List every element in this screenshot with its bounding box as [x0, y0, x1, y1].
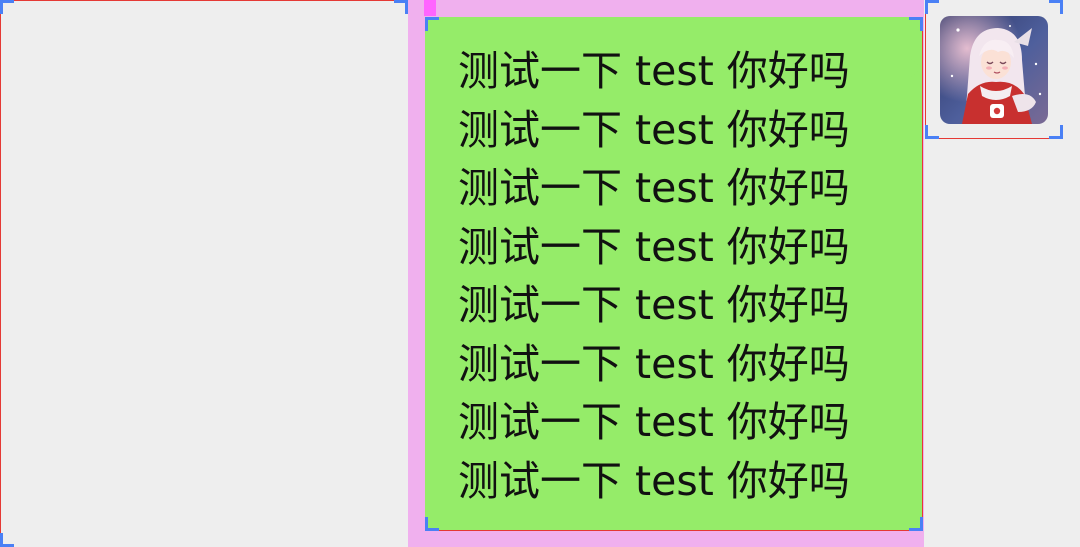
bounds-corner-mark	[925, 0, 939, 14]
bounds-corner-mark	[394, 0, 408, 14]
message-container-highlight	[424, 0, 436, 16]
bounds-corner-mark	[1049, 125, 1063, 139]
message-line: 测试一下 test 你好吗	[458, 281, 850, 329]
message-line: 测试一下 test 你好吗	[458, 164, 850, 212]
bounds-corner-mark	[425, 517, 439, 531]
bounds-corner-mark	[0, 533, 14, 547]
bounds-corner-mark	[909, 17, 923, 31]
bounds-corner-mark	[925, 125, 939, 139]
bounds-corner-mark	[425, 17, 439, 31]
message-bubble-tail	[910, 58, 922, 78]
message-line: 测试一下 test 你好吗	[458, 47, 850, 95]
message-line: 测试一下 test 你好吗	[458, 398, 850, 446]
left-pane	[0, 0, 408, 547]
message-line: 测试一下 test 你好吗	[458, 339, 850, 388]
anime-girl-avatar-icon	[940, 16, 1048, 124]
message-text: 测试一下 test 你好吗 测试一下 test 你好吗 测试一下 test 你好…	[458, 42, 898, 510]
message-line: 测试一下 test 你好吗	[458, 222, 850, 271]
bounds-corner-mark	[909, 517, 923, 531]
bounds-corner-mark	[1049, 0, 1063, 14]
avatar[interactable]	[940, 16, 1048, 124]
message-line: 测试一下 test 你好吗	[458, 456, 850, 505]
message-line: 测试一下 test 你好吗	[458, 105, 850, 154]
bounds-corner-mark	[0, 0, 14, 14]
